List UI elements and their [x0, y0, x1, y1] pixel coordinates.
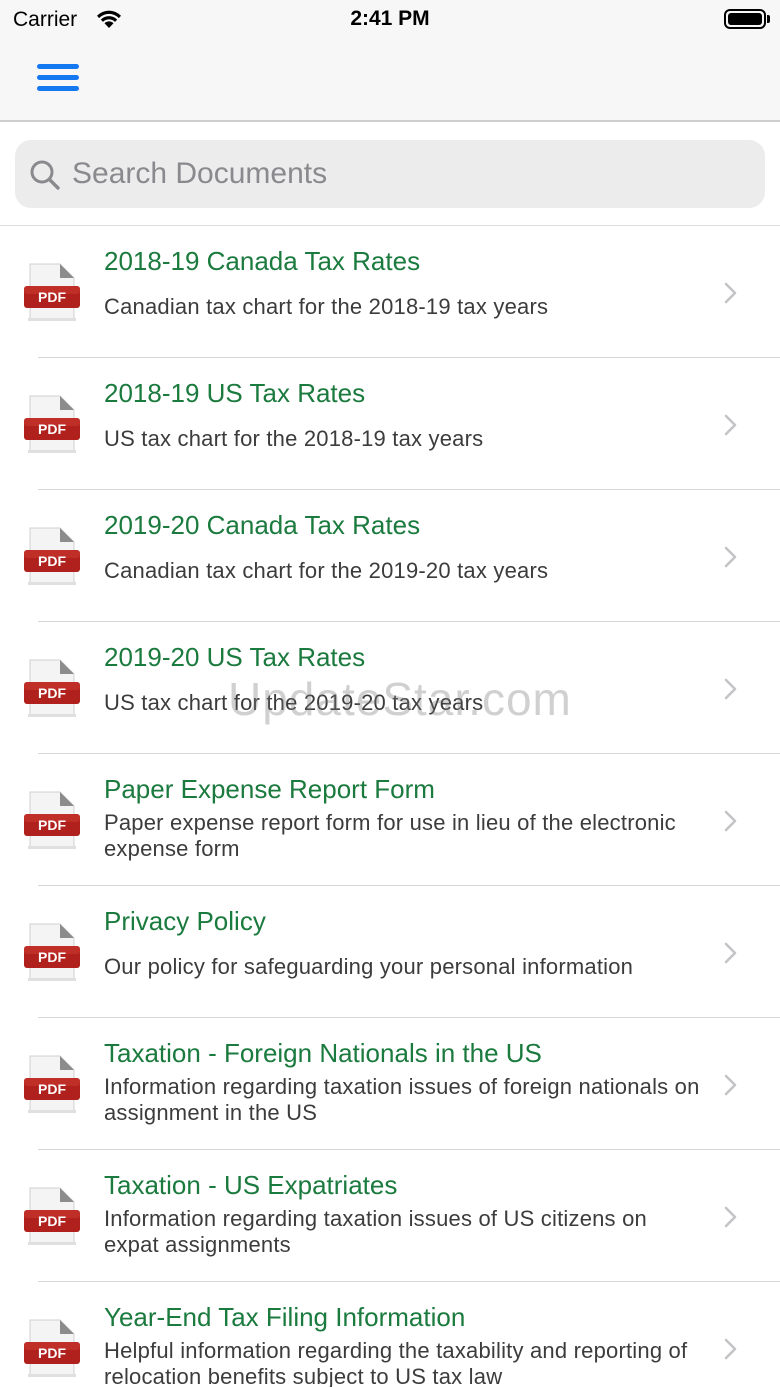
chevron-right-icon	[724, 546, 737, 568]
document-row[interactable]: PDF 2018-19 Canada Tax Rates Canadian tax …	[0, 226, 780, 358]
pdf-label: PDF	[38, 1345, 66, 1361]
navigation-bar	[0, 40, 780, 122]
document-title: Paper Expense Report Form	[104, 774, 435, 804]
status-bar: Carrier 2:41 PM	[0, 0, 780, 40]
chevron-right-icon	[724, 942, 737, 964]
pdf-file-icon: PDF	[24, 1187, 80, 1245]
document-row[interactable]: PDF 2019-20 US Tax Rates US tax chart for …	[0, 622, 780, 754]
document-list: PDF 2018-19 Canada Tax Rates Canadian tax …	[0, 226, 780, 1387]
pdf-label: PDF	[38, 817, 66, 833]
document-title: Taxation - US Expatriates	[104, 1170, 398, 1200]
document-title: 2019-20 Canada Tax Rates	[104, 510, 421, 540]
pdf-label: PDF	[38, 553, 66, 569]
chevron-right-icon	[724, 414, 737, 436]
pdf-label: PDF	[38, 949, 66, 965]
battery-icon	[724, 9, 770, 29]
document-row[interactable]: PDF Taxation - US Expatriates Information …	[0, 1150, 780, 1282]
pdf-label: PDF	[38, 1081, 66, 1097]
document-description: US tax chart for the 2019-20 tax years	[104, 690, 484, 715]
chevron-right-icon	[724, 1074, 737, 1096]
document-description: Our policy for safeguarding your persona…	[104, 954, 634, 979]
document-title: Year-End Tax Filing Information	[104, 1302, 466, 1332]
document-row[interactable]: PDF Privacy Policy Our policy for safeguar…	[0, 886, 780, 1018]
chevron-right-icon	[724, 678, 737, 700]
document-row[interactable]: PDF Year-End Tax Filing Information Helpfu…	[0, 1282, 780, 1387]
document-description: US tax chart for the 2018-19 tax years	[104, 426, 484, 451]
document-title: 2018-19 US Tax Rates	[104, 378, 366, 408]
document-description: Information regarding taxation issues of…	[104, 1074, 700, 1125]
pdf-label: PDF	[38, 421, 66, 437]
document-title: 2019-20 US Tax Rates	[104, 642, 366, 672]
document-description: Helpful information regarding the taxabi…	[104, 1338, 688, 1387]
document-description: Canadian tax chart for the 2019-20 tax y…	[104, 558, 549, 583]
pdf-file-icon: PDF	[24, 791, 80, 849]
document-description: Canadian tax chart for the 2018-19 tax y…	[104, 294, 549, 319]
chevron-right-icon	[724, 1206, 737, 1228]
pdf-label: PDF	[38, 685, 66, 701]
search-input[interactable]	[72, 140, 752, 208]
pdf-file-icon: PDF	[24, 923, 80, 981]
pdf-file-icon: PDF	[24, 527, 80, 585]
document-title: 2018-19 Canada Tax Rates	[104, 246, 421, 276]
document-row[interactable]: PDF 2019-20 Canada Tax Rates Canadian tax …	[0, 490, 780, 622]
pdf-file-icon: PDF	[24, 659, 80, 717]
document-title: Taxation - Foreign Nationals in the US	[104, 1038, 542, 1068]
pdf-file-icon: PDF	[24, 1055, 80, 1113]
pdf-label: PDF	[38, 1213, 66, 1229]
chevron-right-icon	[724, 1338, 737, 1360]
search-bar-container	[0, 124, 780, 226]
chevron-right-icon	[724, 282, 737, 304]
document-title: Privacy Policy	[104, 906, 266, 936]
search-box[interactable]	[15, 140, 765, 208]
hamburger-menu-icon[interactable]	[37, 62, 79, 96]
document-description: Paper expense report form for use in lie…	[104, 810, 676, 861]
chevron-right-icon	[724, 810, 737, 832]
document-row[interactable]: PDF 2018-19 US Tax Rates US tax chart for …	[0, 358, 780, 490]
pdf-file-icon: PDF	[24, 1319, 80, 1377]
document-row[interactable]: PDF Taxation - Foreign Nationals in the U…	[0, 1018, 780, 1150]
pdf-file-icon: PDF	[24, 263, 80, 321]
search-icon	[30, 160, 60, 190]
document-description: Information regarding taxation issues of…	[104, 1206, 647, 1257]
clock-time: 2:41 PM	[350, 7, 430, 30]
app-screen: Carrier 2:41 PM PDF 2018-19 Canada Tax Ra…	[0, 0, 780, 1387]
document-row[interactable]: PDF Paper Expense Report Form Paper expens…	[0, 754, 780, 886]
pdf-file-icon: PDF	[24, 395, 80, 453]
pdf-label: PDF	[38, 289, 66, 305]
